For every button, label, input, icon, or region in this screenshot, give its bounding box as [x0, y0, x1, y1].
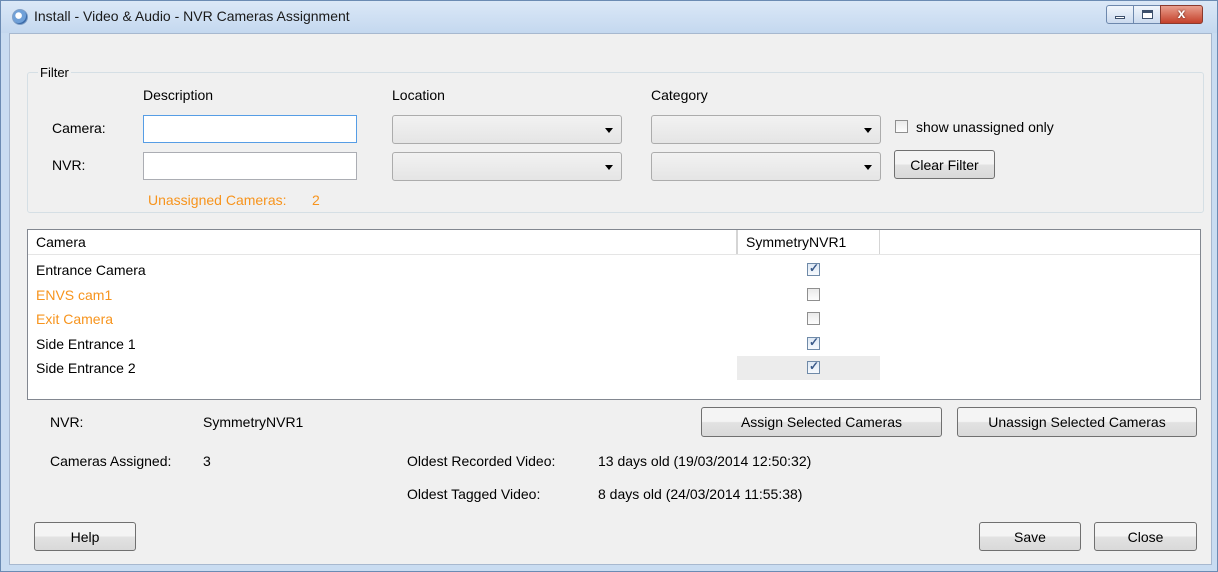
- camera-description-input[interactable]: [143, 115, 357, 143]
- camera-assignment-grid[interactable]: Camera SymmetryNVR1 Entrance Camera ENVS …: [27, 229, 1201, 400]
- assignment-checkbox[interactable]: [807, 359, 820, 374]
- minimize-button[interactable]: [1106, 5, 1134, 24]
- oldest-recorded-label: Oldest Recorded Video:: [407, 453, 556, 469]
- nvr-assignment-cell: [737, 356, 880, 380]
- camera-category-select[interactable]: [651, 115, 881, 144]
- help-button[interactable]: Help: [34, 522, 136, 551]
- show-unassigned-checkbox[interactable]: [895, 120, 908, 133]
- chevron-down-icon: [864, 128, 872, 133]
- camera-name-cell: ENVS cam1: [36, 286, 113, 303]
- assign-selected-cameras-button[interactable]: Assign Selected Cameras: [701, 407, 942, 437]
- description-header: Description: [143, 87, 214, 103]
- assignment-checkbox[interactable]: [807, 312, 820, 325]
- location-header: Location: [392, 87, 445, 103]
- filter-legend: Filter: [38, 65, 71, 80]
- close-button[interactable]: Close: [1094, 522, 1197, 551]
- save-button[interactable]: Save: [979, 522, 1081, 551]
- camera-name-cell: Side Entrance 2: [36, 360, 136, 376]
- minimize-icon: [1115, 16, 1125, 19]
- assignment-checkbox[interactable]: [807, 335, 820, 350]
- table-row[interactable]: ENVS cam1: [28, 283, 1200, 307]
- close-window-button[interactable]: x: [1160, 5, 1203, 24]
- camera-name-cell: Exit Camera: [36, 311, 114, 327]
- column-header-nvr[interactable]: SymmetryNVR1: [737, 230, 880, 254]
- nvr-detail-value: SymmetryNVR1: [203, 414, 304, 430]
- cameras-assigned-value: 3: [203, 453, 211, 469]
- assignment-checkbox[interactable]: [807, 261, 820, 276]
- unassigned-cameras-count: 2: [312, 192, 320, 208]
- app-camera-icon: [12, 9, 28, 25]
- unassign-selected-cameras-button[interactable]: Unassign Selected Cameras: [957, 407, 1197, 437]
- camera-name-cell: Side Entrance 1: [36, 335, 136, 352]
- table-row[interactable]: Exit Camera: [28, 307, 1200, 331]
- camera-name-cell: Entrance Camera: [36, 262, 146, 278]
- window-title: Install - Video & Audio - NVR Cameras As…: [34, 8, 350, 24]
- camera-filter-label: Camera:: [52, 120, 106, 136]
- category-header: Category: [651, 87, 708, 103]
- nvr-description-input[interactable]: [143, 152, 357, 180]
- nvr-assignment-cell: [737, 258, 880, 282]
- oldest-tagged-value: 8 days old (24/03/2014 11:55:38): [598, 486, 803, 502]
- camera-location-select[interactable]: [392, 115, 622, 144]
- clear-filter-button[interactable]: Clear Filter: [894, 150, 995, 179]
- assignment-checkbox[interactable]: [807, 287, 820, 301]
- unassigned-cameras-label: Unassigned Cameras:: [148, 192, 287, 208]
- cameras-assigned-label: Cameras Assigned:: [50, 453, 172, 469]
- nvr-detail-label: NVR:: [50, 414, 84, 430]
- nvr-assignment-cell: [737, 332, 880, 356]
- title-bar[interactable]: Install - Video & Audio - NVR Cameras As…: [1, 1, 1217, 33]
- column-header-camera[interactable]: Camera: [28, 230, 737, 254]
- chevron-down-icon: [605, 165, 613, 170]
- grid-header: Camera SymmetryNVR1: [28, 230, 1200, 255]
- maximize-icon: [1142, 10, 1153, 19]
- close-icon: x: [1177, 5, 1186, 21]
- nvr-assignment-cell: [737, 307, 880, 331]
- table-row[interactable]: Side Entrance 1: [28, 332, 1200, 356]
- nvr-location-select[interactable]: [392, 152, 622, 181]
- chevron-down-icon: [605, 128, 613, 133]
- nvr-filter-label: NVR:: [52, 157, 86, 173]
- chevron-down-icon: [864, 165, 872, 170]
- oldest-recorded-value: 13 days old (19/03/2014 12:50:32): [598, 453, 812, 469]
- oldest-tagged-label: Oldest Tagged Video:: [407, 486, 541, 502]
- table-row[interactable]: Entrance Camera: [28, 258, 1200, 282]
- table-row[interactable]: Side Entrance 2: [28, 356, 1200, 380]
- nvr-category-select[interactable]: [651, 152, 881, 181]
- nvr-assignment-cell: [737, 283, 880, 307]
- maximize-button[interactable]: [1133, 5, 1161, 24]
- show-unassigned-label[interactable]: show unassigned only: [916, 119, 1054, 135]
